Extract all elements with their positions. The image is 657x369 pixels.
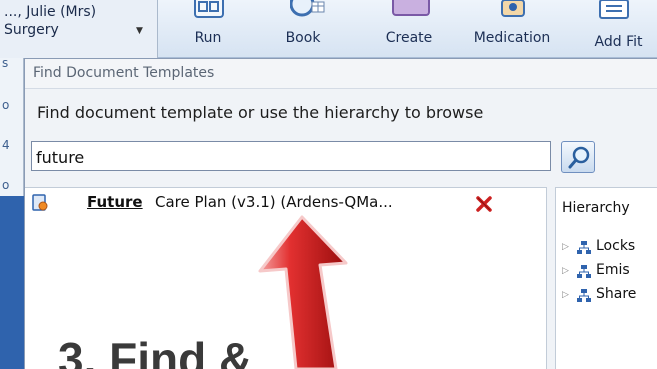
hierarchy-item-share[interactable]: ▷ Share	[562, 286, 657, 308]
grid-icon	[194, 0, 224, 18]
create-button[interactable]: Create	[370, 0, 448, 58]
left-panel	[0, 196, 24, 369]
patient-practice: Surgery	[4, 22, 59, 38]
hierarchy-pane[interactable]: Hierarchy ▷ Locks ▷ Emis ▷ Share	[555, 187, 657, 369]
patient-banner[interactable]: ..., Julie (Mrs) Surgery ▼	[0, 0, 158, 58]
ribbon-toolbar: ..., Julie (Mrs) Surgery ▼ Run Book Crea…	[0, 0, 657, 58]
search-icon	[568, 146, 590, 169]
strip-marker-icon: s	[2, 56, 9, 70]
strip-marker-icon: o	[2, 178, 10, 192]
expand-arrow-icon[interactable]: ▷	[562, 242, 569, 252]
run-label: Run	[194, 30, 222, 46]
result-title: Care Plan (v3.1) (Ardens-QMa...	[155, 193, 393, 211]
document-icon	[392, 0, 430, 16]
book-label: Book	[285, 30, 321, 46]
hierarchy-item-emis[interactable]: ▷ Emis	[562, 262, 657, 284]
instruction-text: Find document template or use the hierar…	[37, 103, 484, 122]
strip-marker-icon: o	[2, 98, 10, 112]
org-tree-icon	[577, 265, 591, 278]
tutorial-caption: 3. Find &	[58, 333, 253, 369]
hierarchy-item-locks[interactable]: ▷ Locks	[562, 238, 657, 260]
expand-arrow-icon[interactable]: ▷	[562, 266, 569, 276]
dialog-title-bar[interactable]: Find Document Templates	[25, 59, 657, 89]
result-match-text: Future	[87, 193, 143, 211]
add-fit-button[interactable]: Add Fit	[580, 0, 657, 58]
strip-marker-icon: 4	[2, 138, 10, 152]
list-icon	[598, 0, 630, 20]
hierarchy-item-label: Emis	[596, 262, 630, 278]
hierarchy-header: Hierarchy	[562, 200, 630, 216]
medication-button[interactable]: Medication	[464, 0, 560, 58]
expand-arrow-icon[interactable]: ▷	[562, 290, 569, 300]
chevron-down-icon[interactable]: ▼	[136, 26, 143, 36]
red-arrow-annotation	[258, 215, 348, 369]
search-input[interactable]	[32, 142, 550, 170]
document-template-icon	[32, 194, 48, 211]
add-fit-label: Add Fit	[594, 34, 643, 50]
delete-icon[interactable]	[475, 196, 493, 212]
medication-label: Medication	[473, 30, 551, 46]
hierarchy-item-label: Share	[596, 286, 637, 302]
search-box[interactable]	[31, 141, 551, 171]
dialog-title: Find Document Templates	[33, 65, 215, 81]
run-button[interactable]: Run	[170, 0, 246, 58]
clock-calendar-icon	[289, 0, 326, 18]
patient-name: ..., Julie (Mrs)	[4, 4, 97, 20]
medication-icon	[500, 0, 526, 18]
org-tree-icon	[577, 289, 591, 302]
org-tree-icon	[577, 241, 591, 254]
search-button[interactable]	[561, 141, 595, 173]
hierarchy-item-label: Locks	[596, 238, 636, 254]
book-button[interactable]: Book	[268, 0, 338, 58]
create-label: Create	[385, 30, 433, 46]
